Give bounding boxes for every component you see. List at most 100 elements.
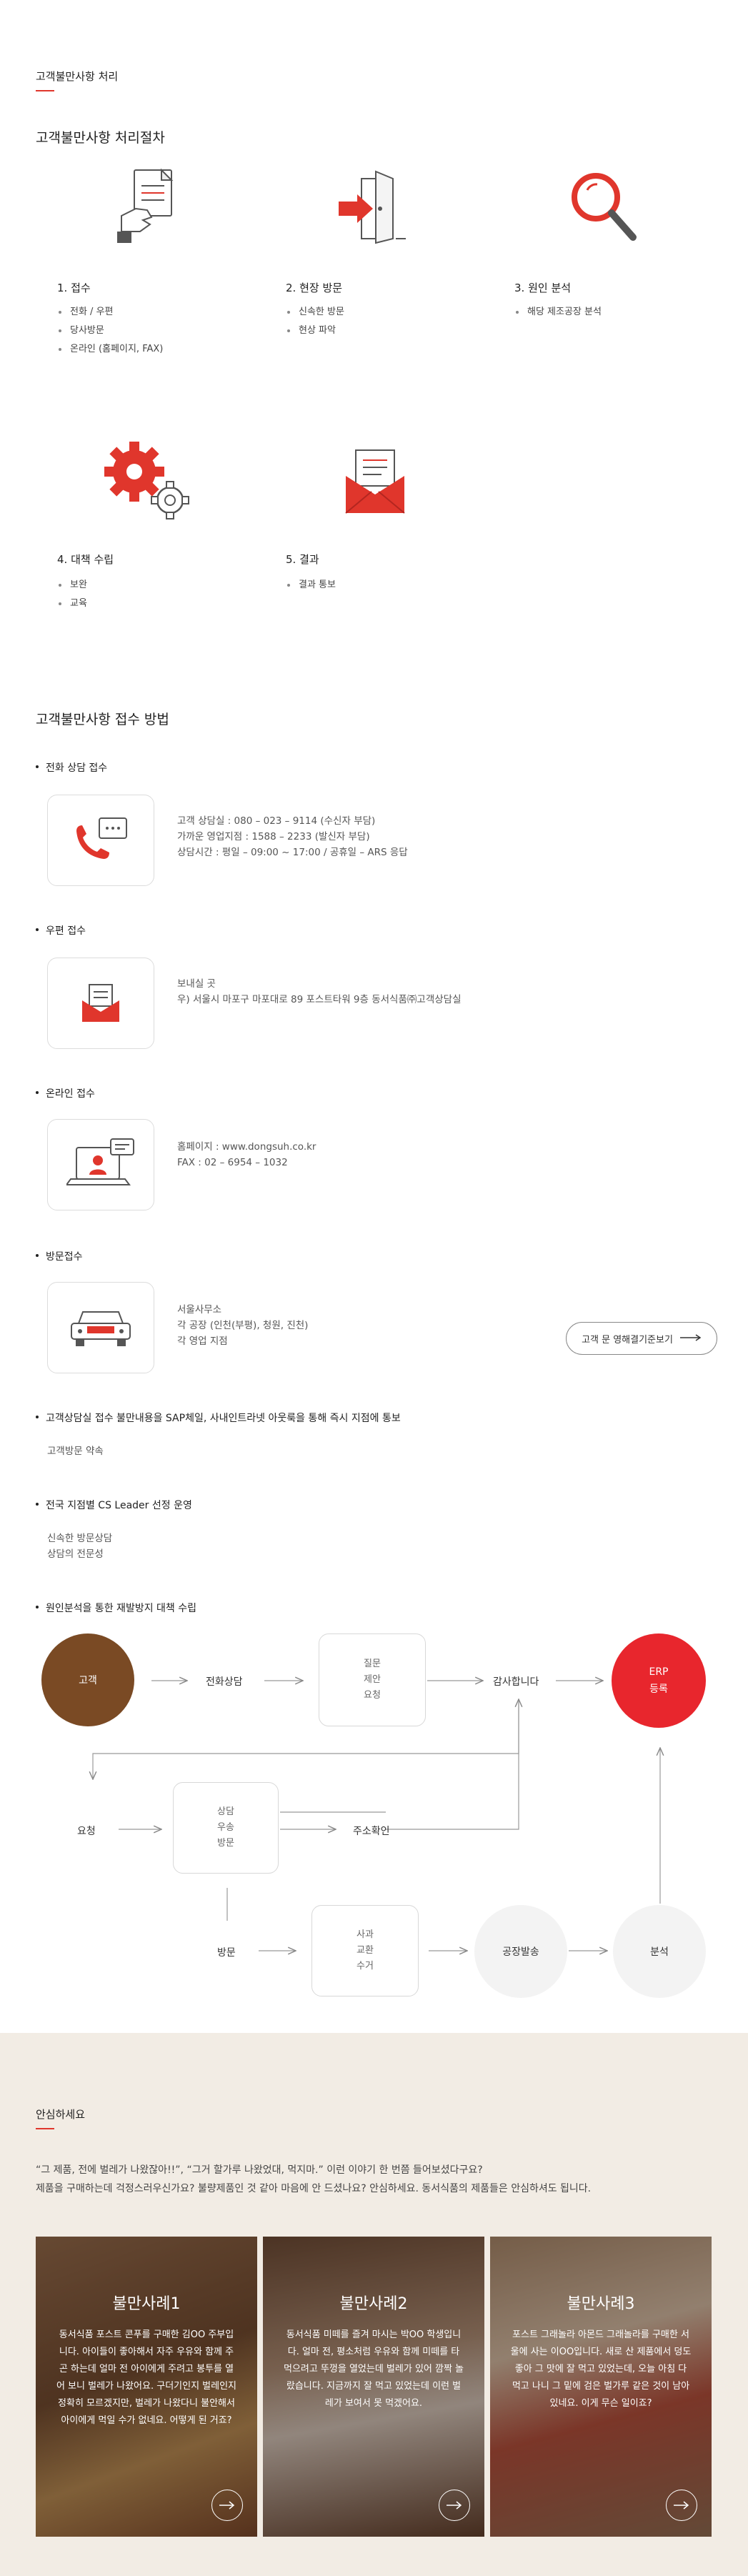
intro-line: 제품을 구매하는데 걱정스러우신가요? 불량제품인 것 같아 마음에 안 드셨나… [36, 2183, 592, 2194]
visit-line: 각 공장 (인천(부평), 청원, 진천) [177, 1320, 309, 1331]
phone-line: 가까운 영업지점 : 1588 – 2233 (발신자 부담) [177, 831, 370, 842]
cs-line: 신속한 방문상담 [47, 1533, 113, 1544]
standard-view-label: 고객 문 영해결기준보기 [582, 1334, 673, 1346]
list-item: 당사방문 [57, 322, 163, 340]
arrow-right-icon [679, 1333, 702, 1344]
flow-box-item: 수거 [356, 1961, 374, 1971]
phone-info: 고객 상담실 : 080 – 023 – 9114 (수신자 부담) 가까운 영… [177, 813, 408, 860]
sap-subhead: 고객상담실 접수 불만내용을 SAP체일, 사내인트라넷 아웃룩을 통해 즉시 … [36, 1411, 401, 1425]
visit-info: 서울사무소 각 공장 (인천(부평), 청원, 진천) 각 영업 지점 [177, 1302, 308, 1349]
list-item: 교육 [57, 595, 87, 613]
arrow-right-icon[interactable] [666, 2490, 697, 2521]
online-line: FAX : 02 – 6954 – 1032 [177, 1157, 288, 1168]
flow-subhead: 원인분석을 통한 재발방지 대책 수립 [36, 1601, 196, 1615]
list-item: 해당 제조공장 분석 [514, 303, 602, 322]
car-icon [71, 1311, 131, 1346]
door-enter-icon [336, 169, 407, 244]
phone-line: 상담시간 : 평일 – 09:00 ~ 17:00 / 공휴일 – ARS 응답 [177, 847, 408, 858]
reassure-underline [36, 2128, 54, 2129]
phone-icon-box [47, 795, 154, 886]
case-card-1[interactable]: 불만사례1 동서식품 포스트 콘푸를 구매한 김OO 주부입니다. 아이들이 좋… [36, 2237, 257, 2537]
step-4-title: 4. 대책 수립 [57, 553, 114, 566]
laptop-chat-icon [66, 1138, 134, 1185]
post-line: 우) 서울시 마포구 마포대로 89 포스트타워 9층 동서식품㈜고객상담실 [177, 994, 462, 1005]
list-item: 전화 / 우편 [57, 303, 163, 322]
list-item: 신속한 방문 [286, 303, 344, 322]
flow-box-item: 방문 [217, 1838, 234, 1849]
flow-visit: 방문 [217, 1947, 236, 1959]
online-icon-box [47, 1119, 154, 1210]
document-hand-icon [114, 166, 179, 244]
case-card-2[interactable]: 불만사례2 동서식품 미떼를 즐겨 마시는 박OO 학생입니다. 얼마 전, 평… [263, 2237, 484, 2537]
cs-line: 상담의 전문성 [47, 1548, 104, 1560]
case-card-3[interactable]: 불만사례3 포스트 그래놀라 아몬드 그래놀라를 구매한 서울에 사는 이OO입… [490, 2237, 712, 2537]
list-item: 보완 [57, 576, 87, 595]
flow-box-item: 상담 [217, 1806, 234, 1817]
list-item: 온라인 (홈페이지, FAX) [57, 340, 163, 359]
online-subhead: 온라인 접수 [36, 1086, 95, 1100]
flow-box-consult: 상담 우송 방문 [173, 1782, 279, 1874]
flow-erp-line: ERP [649, 1666, 669, 1678]
flow-box-item: 질문 [364, 1659, 381, 1669]
case-text: 동서식품 미떼를 즐겨 마시는 박OO 학생입니다. 얼마 전, 평소처럼 우유… [283, 2329, 464, 2409]
step-2-list: 신속한 방문 현상 파악 [286, 303, 344, 340]
phone-chat-icon [76, 817, 127, 859]
flow-thanks: 감사합니다 [493, 1676, 539, 1688]
flow-phone-consult: 전화상담 [206, 1676, 243, 1688]
step-5-title: 5. 결과 [286, 553, 319, 566]
case-title: 불만사례1 [112, 2295, 181, 2313]
step-5-list: 결과 통보 [286, 576, 336, 595]
gears-icon [103, 437, 193, 523]
online-info: 홈페이지 : www.dongsuh.co.kr FAX : 02 – 6954… [177, 1139, 316, 1170]
envelope-icon [82, 984, 119, 1022]
case-text: 포스트 그래놀라 아몬드 그래놀라를 구매한 서울에 사는 이OO입니다. 새로… [510, 2329, 692, 2409]
flow-box-item: 요청 [364, 1690, 381, 1701]
visit-line: 서울사무소 [177, 1304, 222, 1316]
case-title: 불만사례2 [339, 2295, 408, 2313]
magnifier-icon [567, 169, 639, 243]
visit-line: 각 영업 지점 [177, 1336, 228, 1347]
methods-heading: 고객불만사항 접수 방법 [36, 712, 169, 727]
step-3-title: 3. 원인 분석 [514, 282, 572, 294]
case-title: 불만사례3 [567, 2295, 635, 2313]
page-title: 고객불만사항 처리 [36, 70, 119, 83]
post-subhead: 우편 접수 [36, 923, 86, 938]
flow-erp-line: 등록 [649, 1684, 668, 1695]
post-line: 보내실 곳 [177, 978, 216, 990]
title-underline [36, 90, 54, 91]
flow-request: 요청 [77, 1826, 96, 1837]
arrow-right-icon[interactable] [211, 2490, 243, 2521]
standard-view-button[interactable]: 고객 문 영해결기준보기 [566, 1322, 717, 1355]
step-1-title: 1. 접수 [57, 282, 91, 294]
reassure-intro: “그 제품, 전에 벌레가 나왔잖아!!”, “그거 할가루 나왔었대, 먹지마… [36, 2161, 591, 2198]
flow-box-item: 사과 [356, 1929, 374, 1940]
arrow-right-icon[interactable] [439, 2490, 470, 2521]
flow-box-item: 제안 [364, 1674, 381, 1685]
list-item: 결과 통보 [286, 576, 336, 595]
online-line: 홈페이지 : www.dongsuh.co.kr [177, 1141, 316, 1153]
list-item: 현상 파악 [286, 322, 344, 340]
step-3-list: 해당 제조공장 분석 [514, 303, 602, 322]
flow-factory-node: 공장발송 [474, 1905, 567, 1998]
flow-address-confirm: 주소확인 [353, 1826, 390, 1837]
flow-box-item: 우송 [217, 1822, 234, 1833]
sap-info: 고객방문 약속 [47, 1443, 104, 1459]
case-text: 동서식품 포스트 콘푸를 구매한 김OO 주부입니다. 아이들이 좋아해서 자주… [56, 2329, 237, 2426]
visit-subhead: 방문접수 [36, 1249, 83, 1263]
step-2-title: 2. 현장 방문 [286, 282, 343, 294]
flow-box-action: 사과 교환 수거 [311, 1905, 419, 1996]
post-icon-box [47, 958, 154, 1049]
flow-box-item: 교환 [356, 1945, 374, 1956]
phone-subhead: 전화 상담 접수 [36, 760, 107, 775]
procedure-heading: 고객불만사항 처리절차 [36, 130, 165, 146]
sap-line: 고객방문 약속 [47, 1446, 104, 1457]
mail-envelope-icon [343, 447, 407, 516]
cs-info: 신속한 방문상담 상담의 전문성 [47, 1531, 112, 1562]
flow-box-inquiry: 질문 제안 요청 [319, 1633, 426, 1726]
reassure-heading: 안심하세요 [36, 2108, 86, 2121]
intro-line: “그 제품, 전에 벌레가 나왔잖아!!”, “그거 할가루 나왔었대, 먹지마… [36, 2164, 483, 2176]
step-1-list: 전화 / 우편 당사방문 온라인 (홈페이지, FAX) [57, 303, 163, 359]
visit-icon-box [47, 1282, 154, 1373]
phone-line: 고객 상담실 : 080 – 023 – 9114 (수신자 부담) [177, 815, 376, 827]
post-info: 보내실 곳 우) 서울시 마포구 마포대로 89 포스트타워 9층 동서식품㈜고… [177, 976, 462, 1008]
